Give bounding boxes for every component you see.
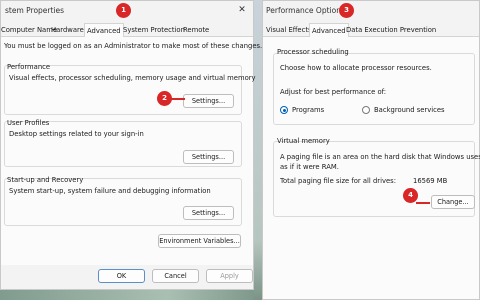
programs-label[interactable]: Programs [292,106,324,114]
tab-bar: Visual Effects Advanced Data Execution P… [263,23,479,38]
startup-recovery-settings-button[interactable]: Settings... [183,206,234,220]
dialog-button-bar: OK Cancel Apply [1,265,253,289]
callout-2-pointer [171,98,185,100]
user-profiles-description: Desktop settings related to your sign-in [9,130,144,138]
processor-scheduling-description: Choose how to allocate processor resourc… [280,64,432,72]
virtual-memory-description-2: as if it were RAM. [280,163,339,171]
callout-2-badge: 2 [157,91,172,106]
tab-visual-effects[interactable]: Visual Effects [266,26,312,34]
apply-button[interactable]: Apply [206,269,253,283]
ok-button[interactable]: OK [98,269,145,283]
total-paging-label: Total paging file size for all drives: [280,177,396,185]
processor-scheduling-title: Processor scheduling [277,48,349,56]
tab-bar: Computer Name Hardware Advanced System P… [1,23,253,38]
performance-description: Visual effects, processor scheduling, me… [9,74,256,82]
callout-4-pointer [416,202,430,204]
virtual-memory-title: Virtual memory [277,137,330,145]
callout-3-badge: 3 [339,3,354,18]
environment-variables-button[interactable]: Environment Variables... [158,234,241,248]
user-profiles-settings-button[interactable]: Settings... [183,150,234,164]
tab-advanced[interactable]: Advanced [84,23,124,38]
background-services-radio[interactable] [362,106,370,114]
total-paging-value: 16569 MB [413,177,448,185]
performance-title: Performance [7,63,51,71]
advanced-pane: You must be logged on as an Administrato… [1,37,262,289]
change-virtual-memory-button[interactable]: Change... [431,195,475,209]
admin-notice: You must be logged on as an Administrato… [4,42,263,50]
user-profiles-title: User Profiles [7,119,50,127]
background-services-label[interactable]: Background services [374,106,445,114]
callout-1-badge: 1 [116,3,131,18]
performance-settings-button[interactable]: Settings... [183,94,234,108]
virtual-memory-description-1: A paging file is an area on the hard dis… [280,153,480,161]
tab-advanced[interactable]: Advanced [309,23,349,38]
tab-system-protection[interactable]: System Protection [123,26,185,34]
window-title: Performance Options [266,6,345,15]
cancel-button[interactable]: Cancel [152,269,199,283]
tab-hardware[interactable]: Hardware [51,26,84,34]
system-properties-window: stem Properties ✕ Computer Name Hardware… [0,0,262,290]
tab-computer-name[interactable]: Computer Name [1,26,57,34]
adjust-label: Adjust for best performance of: [280,88,387,96]
startup-recovery-description: System start-up, system failure and debu… [9,187,211,195]
close-icon[interactable]: ✕ [237,5,247,15]
programs-radio[interactable] [280,106,288,114]
advanced-pane: Processor scheduling Choose how to alloc… [263,37,480,299]
tab-remote[interactable]: Remote [183,26,209,34]
performance-options-window: Performance Options Visual Effects Advan… [262,0,480,300]
startup-recovery-title: Start-up and Recovery [7,176,84,184]
callout-4-badge: 4 [403,188,418,203]
tab-data-execution-prevention[interactable]: Data Execution Prevention [346,26,436,34]
